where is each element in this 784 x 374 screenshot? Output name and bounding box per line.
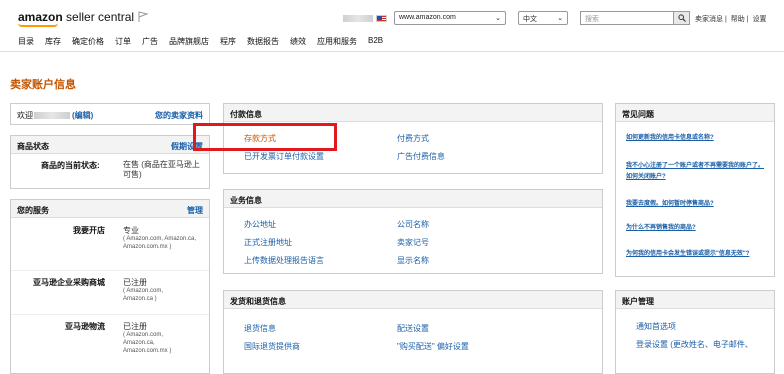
seller-central-logo[interactable]: amazon seller central [18,10,135,27]
service-item: 亚马逊企业采购商城 已注册 ( Amazon.com, Amazon.ca ) [11,270,209,314]
welcome-box: 欢迎 (编辑) 您的卖家资料 [10,103,210,125]
chevron-down-icon: ⌄ [495,15,501,22]
nav-b2b[interactable]: B2B [368,36,383,47]
shipping-returns-header: 发货和退货信息 [224,291,602,309]
merchant-token-link[interactable]: 卖家记号 [397,237,429,248]
search-icon [677,14,686,22]
welcome-text: 欢迎 [17,111,33,120]
company-name-link[interactable]: 公司名称 [397,219,429,230]
services-box: 您的服务 管理 我要开店 专业 ( Amazon.com, Amazon.ca,… [10,199,210,374]
service-detail: ( Amazon.com, Amazon.ca ) [123,288,164,302]
advertising-billing-link[interactable]: 广告付费信息 [397,151,445,162]
services-title: 您的服务 [17,206,49,215]
highlight-annotation [193,123,337,151]
business-info-title: 业务信息 [230,196,262,205]
listing-status-title: 商品状态 [17,142,49,151]
logo-text: seller central [66,10,135,24]
nav-apps-services[interactable]: 应用和服务 [317,36,357,47]
service-item: 我要开店 专业 ( Amazon.com, Amazon.ca, Amazon.… [11,220,209,270]
manage-services-link[interactable]: 管理 [187,205,203,216]
edit-link[interactable]: (编辑) [72,110,93,121]
return-info-link[interactable]: 退货信息 [244,323,276,334]
listing-status-box: 商品状态 假期设置 商品的当前状态: 在售 (商品在亚马逊上可售) [10,135,210,189]
settings-link[interactable]: 设置 [753,16,767,23]
search-button[interactable] [674,11,690,25]
chevron-down-icon: ⌄ [557,15,563,22]
faq-box: 常见问题 如何更新我的信用卡信息或名称? 我不小心注册了一个账户或者不再需要我的… [615,103,775,277]
invoiced-order-payment-link[interactable]: 已开发票订单付款设置 [244,151,324,162]
language-select-value: 中文 [523,16,537,23]
faq-header: 常见问题 [616,104,774,122]
marketplace-select[interactable]: www.amazon.com ⌄ [394,11,506,25]
nav-advertising[interactable]: 广告 [142,36,158,47]
account-management-title: 账户管理 [622,297,654,306]
account-management-header: 账户管理 [616,291,774,309]
seller-messages-link[interactable]: 卖家消息 [695,16,723,23]
service-name: 亚马逊物流 [65,322,105,331]
faq-link[interactable]: 如何更新我的信用卡信息或名称? [626,135,714,141]
faq-link[interactable]: 我要去度假。如何暂时停售商品? [626,201,714,207]
language-select[interactable]: 中文 ⌄ [518,11,568,25]
help-link[interactable]: 帮助 [731,16,745,23]
listing-status-value: 在售 (商品在亚马逊上可售) [123,160,200,179]
upload-language-link[interactable]: 上传数据处理报告语言 [244,255,324,266]
seller-name-redacted [34,112,70,119]
search-input[interactable]: 搜索 [580,11,674,25]
faq-link[interactable]: 我不小心注册了一个账户或者不再需要我的账户了。如何关闭账户? [626,163,764,180]
services-header: 您的服务 管理 [11,200,209,218]
office-address-link[interactable]: 办公地址 [244,219,276,230]
top-header: amazon seller central www.amazon.com ⌄ 中… [0,0,784,52]
nav-reports[interactable]: 数据报告 [247,36,279,47]
notification-preferences-link[interactable]: 通知首选项 [636,321,676,332]
search-placeholder: 搜索 [585,16,599,23]
logo-brand: amazon [18,10,63,24]
service-item: 亚马逊物流 已注册 ( Amazon.com, Amazon.ca, Amazo… [11,314,209,364]
nav-orders[interactable]: 订单 [115,36,131,47]
nav-catalog[interactable]: 目录 [18,36,34,47]
business-info-box: 业务信息 办公地址 正式注册地址 上传数据处理报告语言 公司名称 卖家记号 显示… [223,189,603,274]
marketplace-select-value: www.amazon.com [399,14,456,21]
legal-address-link[interactable]: 正式注册地址 [244,237,292,248]
listing-status-label: 商品的当前状态: [41,161,100,170]
faq-list: 如何更新我的信用卡信息或名称? 我不小心注册了一个账户或者不再需要我的账户了。如… [626,132,766,259]
service-detail: ( Amazon.com, Amazon.ca, Amazon.com.mx ) [123,332,172,354]
service-name: 亚马逊企业采购商城 [33,278,105,287]
shipping-returns-box: 发货和退货信息 退货信息 国际退货提供商 配送设置 "购买配送" 偏好设置 [223,290,603,374]
logo-smile [18,23,58,27]
login-settings-link[interactable]: 登录设置 (更改姓名、电子邮件、 [636,339,772,350]
account-management-box: 账户管理 通知首选项 登录设置 (更改姓名、电子邮件、 [615,290,775,374]
listing-status-header: 商品状态 假期设置 [11,136,209,154]
charge-methods-link[interactable]: 付费方式 [397,133,429,144]
us-flag-icon [376,15,387,22]
flag-icon[interactable] [137,11,149,23]
main-nav: 目录 库存 确定价格 订单 广告 品牌旗舰店 程序 数据报告 绩效 应用和服务 … [18,36,394,47]
faq-link[interactable]: 为何我的信用卡会发生错误或提示"信息无效"? [626,251,749,257]
nav-stores[interactable]: 品牌旗舰店 [169,36,209,47]
payment-info-title: 付款信息 [230,110,262,119]
buy-shipping-preferences-link[interactable]: "购买配送" 偏好设置 [397,341,469,352]
international-returns-link[interactable]: 国际退货提供商 [244,341,300,352]
payment-info-header: 付款信息 [224,104,602,122]
service-detail: ( Amazon.com, Amazon.ca, Amazon.com.mx ) [123,236,197,250]
separator: | [725,16,727,23]
business-info-header: 业务信息 [224,190,602,208]
shipping-settings-link[interactable]: 配送设置 [397,323,429,334]
separator: | [746,16,749,23]
nav-pricing[interactable]: 确定价格 [72,36,104,47]
faq-title: 常见问题 [622,110,654,119]
seller-profile-link[interactable]: 您的卖家资料 [155,110,203,121]
top-links: 卖家消息 | 帮助 | 设置 [695,14,769,24]
nav-performance[interactable]: 绩效 [290,36,306,47]
shipping-returns-title: 发货和退货信息 [230,297,286,306]
page-title: 卖家账户信息 [10,79,76,91]
nav-programs[interactable]: 程序 [220,36,236,47]
account-name-redacted [343,15,373,22]
services-list: 我要开店 专业 ( Amazon.com, Amazon.ca, Amazon.… [11,220,209,364]
nav-inventory[interactable]: 库存 [45,36,61,47]
service-name: 我要开店 [73,226,105,235]
display-name-link[interactable]: 显示名称 [397,255,429,266]
faq-link[interactable]: 为什么不再销售我的商品? [626,225,696,231]
